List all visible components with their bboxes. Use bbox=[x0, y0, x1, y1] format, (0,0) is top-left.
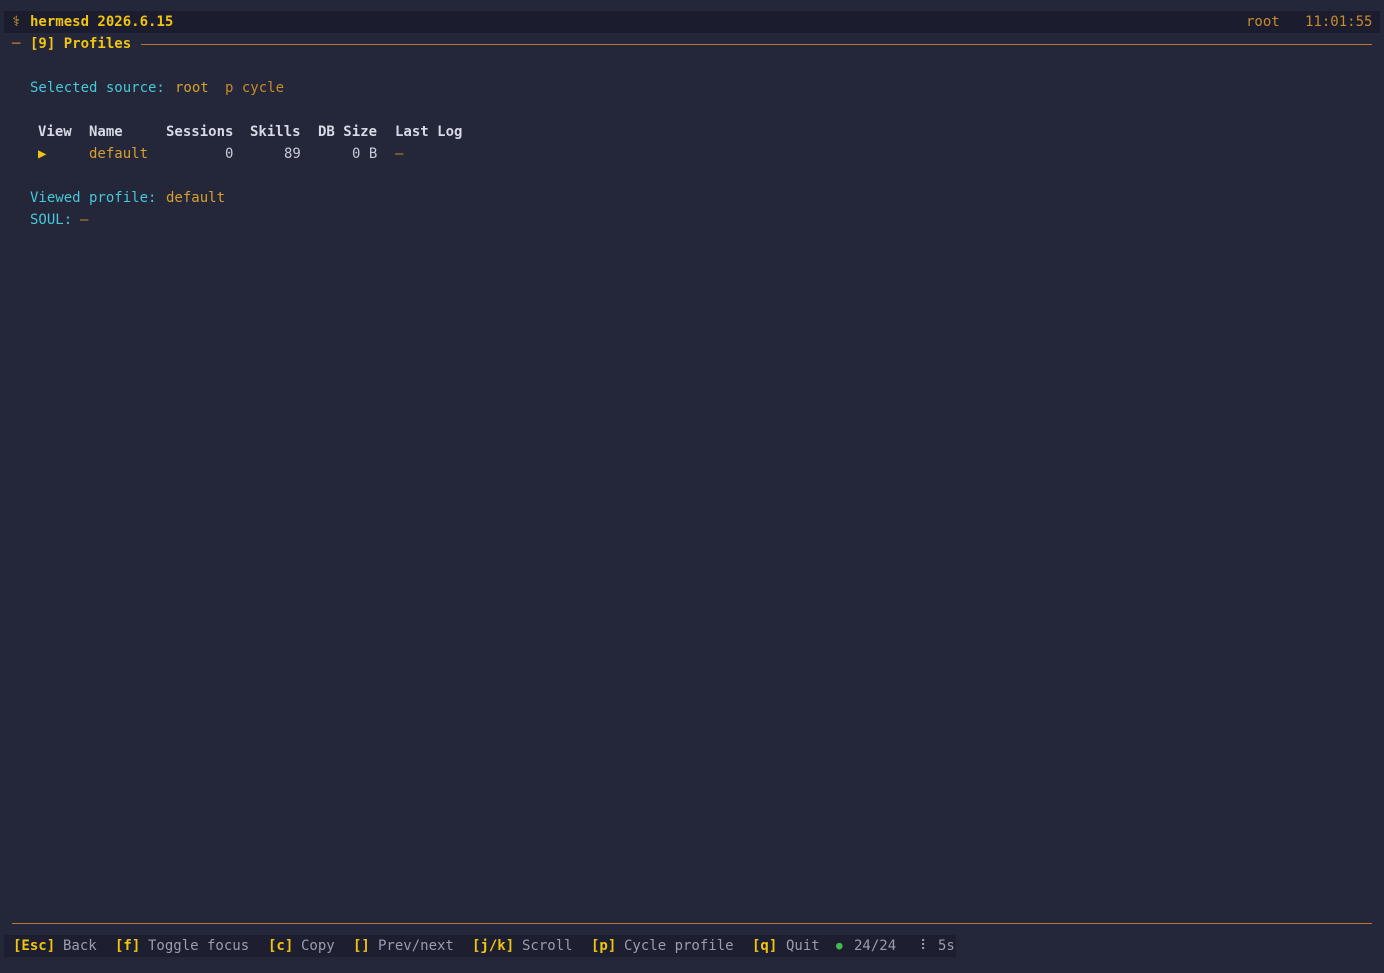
cycle-hint: p cycle bbox=[225, 80, 285, 96]
app-title: hermesd 2026.6.15 bbox=[30, 14, 174, 30]
caduceus-icon: ⚕ bbox=[12, 14, 21, 30]
panel-border-dash: ─ bbox=[12, 36, 21, 52]
panel-title[interactable]: [9] Profiles bbox=[30, 33, 131, 55]
shortcut-desc-toggle-focus: Toggle focus bbox=[148, 938, 250, 954]
shortcut-desc-back: Back bbox=[63, 938, 97, 954]
selected-row-arrow-icon: ▶ bbox=[38, 146, 47, 162]
shortcut-key-p[interactable]: [p] bbox=[591, 935, 616, 957]
profile-last-log: — bbox=[395, 146, 404, 162]
shortcut-desc-scroll: Scroll bbox=[522, 938, 573, 954]
clock: 11:01:55 bbox=[1305, 14, 1373, 30]
shortcut-key-jk[interactable]: [j/k] bbox=[472, 935, 514, 957]
selected-source-label: Selected source: bbox=[30, 80, 165, 96]
column-header-view: View bbox=[38, 124, 72, 140]
shortcut-key-f[interactable]: [f] bbox=[115, 935, 140, 957]
viewed-profile-value: default bbox=[166, 190, 226, 206]
column-header-db-size: DB Size bbox=[318, 124, 378, 140]
profile-db-size: 0 B bbox=[352, 146, 378, 162]
profile-name: default bbox=[89, 146, 149, 162]
soul-value: — bbox=[80, 212, 89, 228]
title-bar bbox=[4, 11, 1380, 33]
shortcut-desc-quit: Quit bbox=[786, 938, 820, 954]
status-count: 24/24 bbox=[854, 938, 897, 954]
profile-skills: 89 bbox=[284, 146, 301, 162]
column-header-name: Name bbox=[89, 124, 123, 140]
profile-sessions: 0 bbox=[225, 146, 234, 162]
shortcut-key-esc[interactable]: [Esc] bbox=[13, 935, 55, 957]
spinner-icon: ⠇ bbox=[920, 938, 931, 954]
refresh-interval: 5s bbox=[938, 938, 955, 954]
soul-label: SOUL: bbox=[30, 212, 73, 228]
panel-border bbox=[141, 44, 1372, 45]
shortcut-desc-copy: Copy bbox=[301, 938, 335, 954]
shortcut-key-c[interactable]: [c] bbox=[268, 935, 293, 957]
shortcut-key-brackets[interactable]: [] bbox=[353, 935, 370, 957]
shortcut-key-q[interactable]: [q] bbox=[752, 935, 777, 957]
current-user: root bbox=[1246, 14, 1280, 30]
column-header-last-log: Last Log bbox=[395, 124, 463, 140]
shortcut-desc-cycle-profile: Cycle profile bbox=[624, 938, 734, 954]
viewed-profile-label: Viewed profile: bbox=[30, 190, 157, 206]
shortcut-desc-prev-next: Prev/next bbox=[378, 938, 454, 954]
status-dot-icon: ● bbox=[836, 939, 843, 952]
column-header-skills: Skills bbox=[250, 124, 301, 140]
footer-border bbox=[12, 923, 1372, 924]
column-header-sessions: Sessions bbox=[166, 124, 234, 140]
selected-source-value: root bbox=[175, 80, 209, 96]
